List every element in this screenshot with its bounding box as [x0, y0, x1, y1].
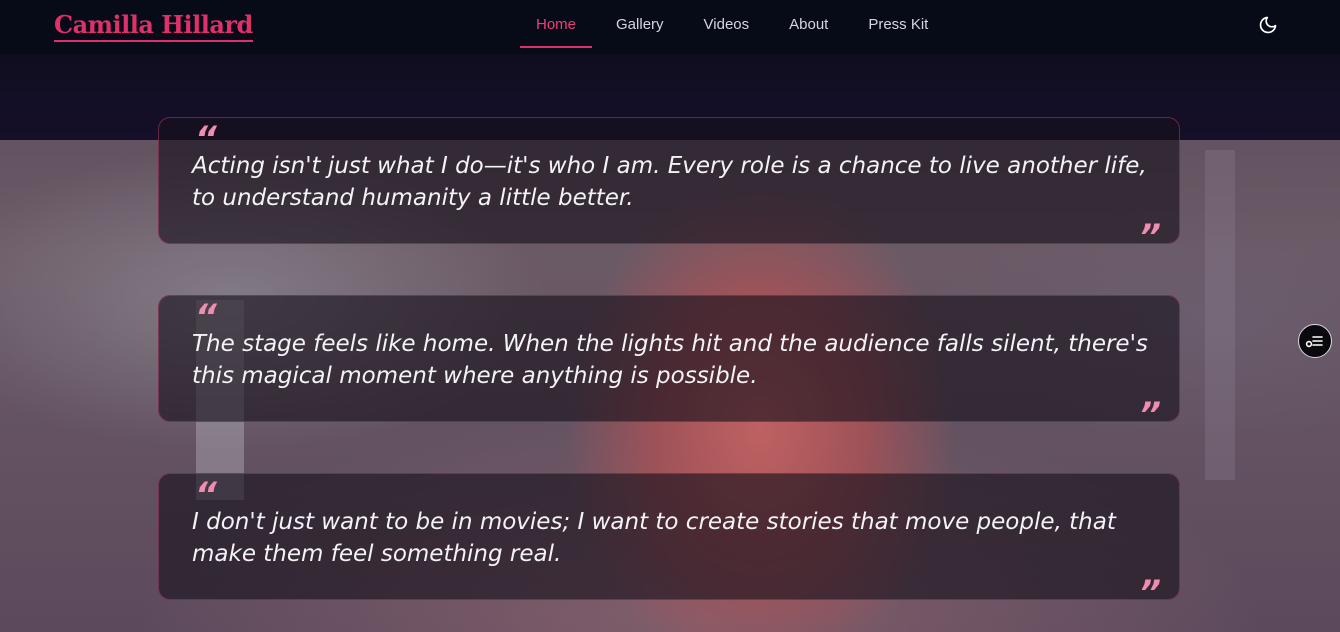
close-quote-icon: ” — [1139, 217, 1161, 257]
nav-home[interactable]: Home — [520, 0, 593, 48]
site-logo[interactable]: Camilla Hillard — [54, 10, 253, 42]
quote-card: “ Acting isn't just what I do—it's who I… — [158, 117, 1180, 254]
nav-gallery[interactable]: Gallery — [600, 0, 680, 48]
quote-text: I don't just want to be in movies; I wan… — [192, 509, 1116, 567]
accessibility-menu-button[interactable] — [1298, 324, 1332, 358]
accessibility-menu-icon — [1305, 336, 1323, 348]
quote-text: The stage feels like home. When the ligh… — [192, 331, 1148, 389]
nav-videos[interactable]: Videos — [688, 0, 766, 48]
theme-toggle-button[interactable] — [1258, 15, 1278, 35]
close-quote-icon: ” — [1139, 573, 1161, 613]
top-navbar: Camilla Hillard Home Gallery Videos Abou… — [0, 0, 1340, 54]
main-nav: Home Gallery Videos About Press Kit — [520, 0, 952, 50]
quote-text: Acting isn't just what I do—it's who I a… — [192, 153, 1147, 211]
moon-icon — [1259, 16, 1277, 34]
quote-card: “ The stage feels like home. When the li… — [158, 295, 1180, 432]
nav-press-kit[interactable]: Press Kit — [852, 0, 944, 48]
nav-about[interactable]: About — [773, 0, 844, 48]
quote-card: “ I don't just want to be in movies; I w… — [158, 473, 1180, 610]
close-quote-icon: ” — [1139, 395, 1161, 435]
background-pillar — [1205, 150, 1235, 480]
